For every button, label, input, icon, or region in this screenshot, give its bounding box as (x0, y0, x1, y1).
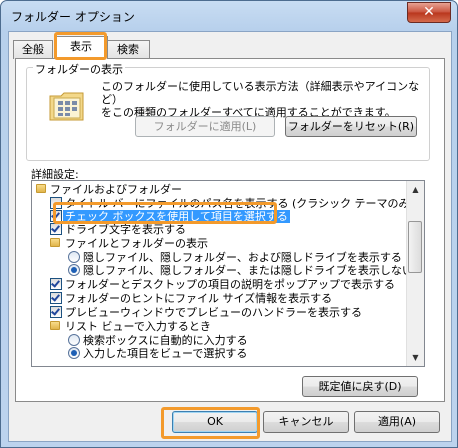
window-title: フォルダー オプション (11, 10, 135, 24)
radio[interactable] (68, 264, 80, 276)
list-item[interactable]: ドライブ文字を表示する (50, 223, 186, 236)
checkbox[interactable] (50, 306, 62, 318)
radio[interactable] (68, 334, 80, 346)
checkbox[interactable] (50, 278, 62, 290)
list-item[interactable]: 入力した項目をビューで選択する (68, 347, 247, 360)
checkbox[interactable] (50, 223, 62, 235)
list-item[interactable]: フォルダーのヒントにファイル サイズ情報を表示する (50, 292, 332, 305)
apply-button[interactable]: 適用(A) (354, 411, 440, 433)
list-item[interactable]: 隠しファイル、隠しフォルダー、および隠しドライブを表示する (68, 251, 402, 264)
folder-options-window: フォルダー オプション ✕ 全般 表示 検索 フォルダーの表示 このフォルダーに… (0, 0, 458, 448)
tab-search[interactable]: 検索 (106, 40, 150, 59)
list-item: ファイルおよびフォルダー (36, 183, 182, 196)
close-button[interactable]: ✕ (407, 2, 451, 23)
list-item[interactable]: フォルダーとデスクトップの項目の説明をポップアップで表示する (50, 278, 395, 291)
list-item: リスト ビューで入力するとき (50, 320, 211, 333)
tab-view-highlight (54, 32, 107, 60)
folder-view-description: このフォルダーに使用している表示方法（詳細表示やアイコンなど） をこの種類のフォ… (101, 80, 421, 119)
tab-general[interactable]: 全般 (13, 40, 53, 59)
scroll-down-icon[interactable]: ▼ (407, 349, 424, 366)
cancel-button[interactable]: キャンセル (263, 411, 349, 433)
folder-icon (36, 184, 46, 193)
list-item: ファイルとフォルダーの表示 (50, 237, 208, 250)
apply-to-folders-button[interactable]: フォルダーに適用(L) (135, 116, 275, 137)
folder-icon (50, 238, 60, 247)
tree-scrollbar[interactable]: ▲ ▼ (406, 181, 424, 366)
folder-view-group: フォルダーの表示 このフォルダーに使用している表示方法（詳細表示やアイコンなど）… (26, 61, 430, 161)
list-item[interactable]: プレビューウィンドウでプレビューのハンドラーを表示する (50, 306, 362, 319)
scroll-thumb[interactable] (408, 221, 422, 273)
ok-button-highlight (161, 407, 260, 439)
list-item[interactable]: 隠しファイル、隠しフォルダー、または隠しドライブを表示しない (68, 264, 413, 277)
folder-view-group-label: フォルダーの表示 (33, 61, 125, 77)
folder-view-icon (49, 92, 84, 121)
folder-view-description-line1: このフォルダーに使用している表示方法（詳細表示やアイコンなど） (101, 80, 420, 106)
reset-folders-button[interactable]: フォルダーをリセット(R) (285, 116, 417, 137)
list-item[interactable]: 検索ボックスに自動的に入力する (68, 334, 248, 347)
radio[interactable] (68, 251, 80, 263)
folder-icon (50, 321, 60, 330)
checkbox-option-highlight (53, 202, 277, 224)
checkbox[interactable] (50, 292, 62, 304)
title-bar[interactable]: フォルダー オプション ✕ (1, 1, 457, 31)
radio[interactable] (68, 347, 80, 359)
restore-defaults-button[interactable]: 既定値に戻す(D) (302, 376, 418, 397)
dialog-client: 全般 表示 検索 フォルダーの表示 このフォルダーに使用している表示方法（詳細表… (8, 31, 452, 442)
scroll-up-icon[interactable]: ▲ (407, 181, 424, 198)
